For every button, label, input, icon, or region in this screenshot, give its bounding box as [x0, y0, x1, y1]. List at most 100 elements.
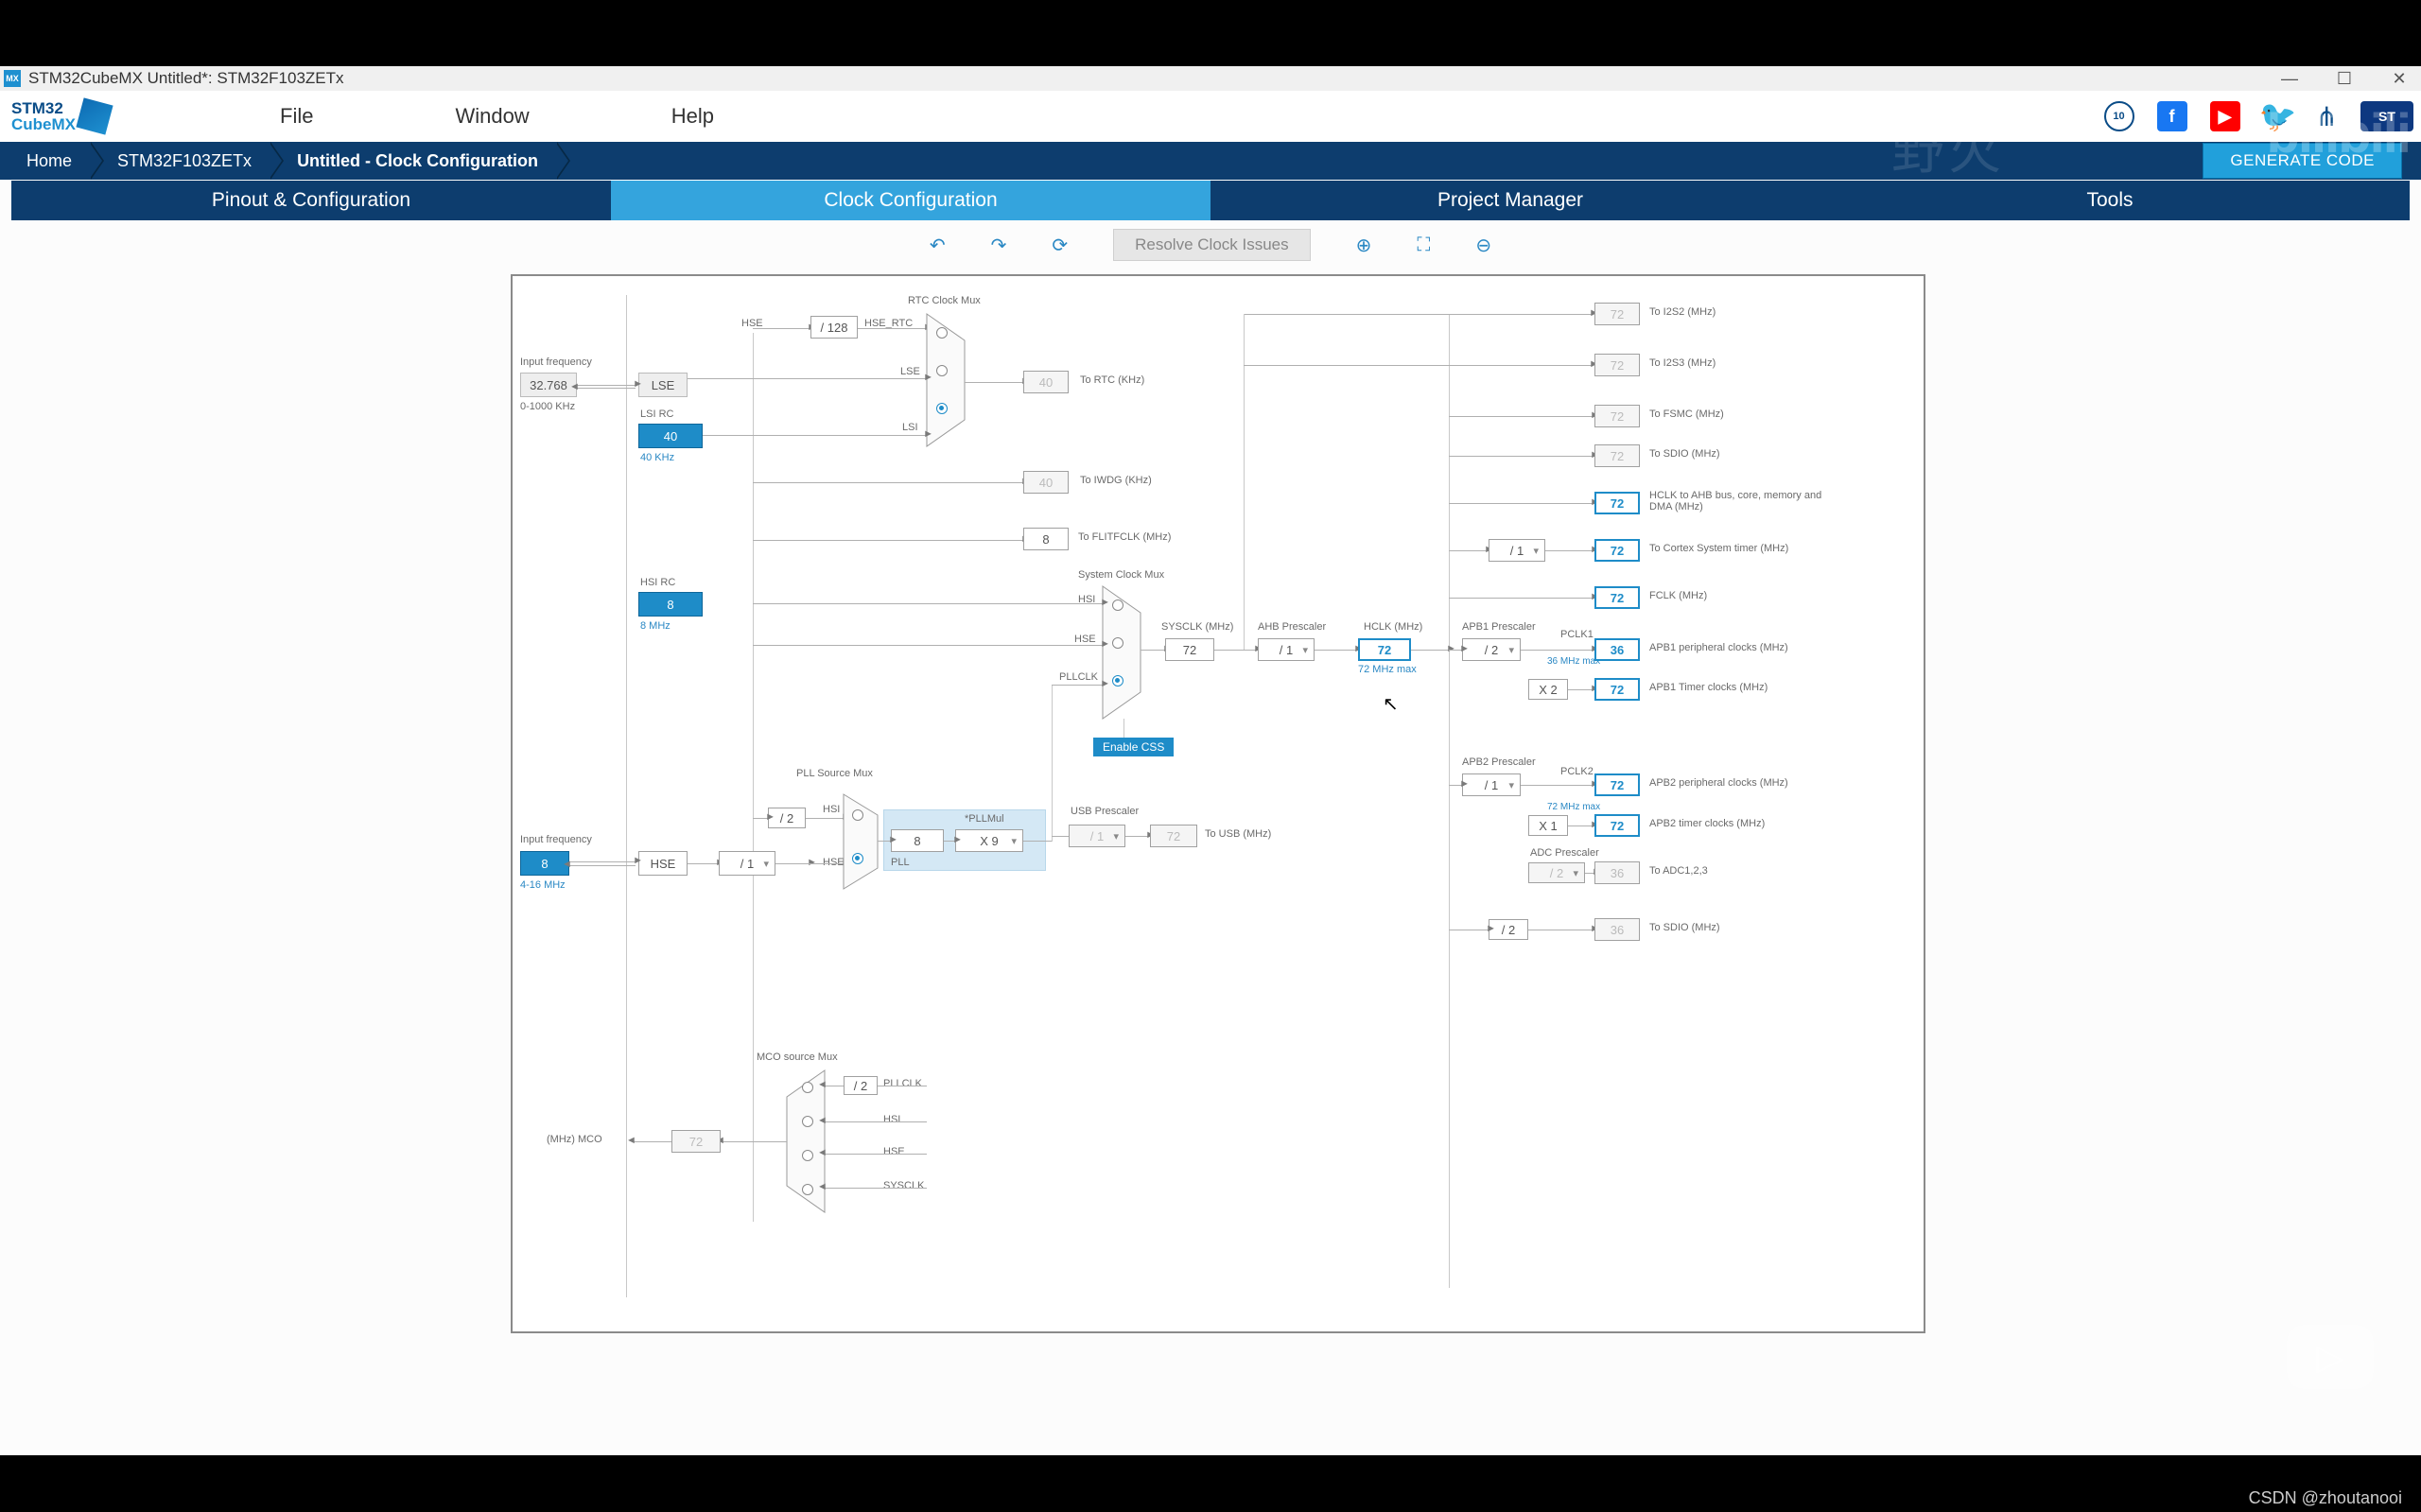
titlebar: MX STM32CubeMX Untitled*: STM32F103ZETx …: [0, 66, 2421, 91]
watermark-bilibili: bilibili: [2266, 102, 2410, 165]
tab-project[interactable]: Project Manager: [1210, 181, 1810, 220]
rtc-val: 40: [1023, 371, 1069, 393]
hse-div128[interactable]: / 128: [810, 316, 858, 339]
youtube-icon[interactable]: ▶: [2210, 101, 2240, 131]
line-lse-mux: [688, 378, 926, 379]
line-hse-mid: [688, 863, 718, 864]
line-flitf: [753, 540, 1023, 541]
main-tabs: Pinout & Configuration Clock Configurati…: [11, 181, 2410, 220]
adc-val: 36: [1594, 861, 1640, 884]
rtc-radio-hse[interactable]: [936, 327, 948, 339]
hclk-max: 72 MHz max: [1358, 664, 1417, 675]
crumb-chip[interactable]: STM32F103ZETx: [91, 142, 270, 180]
rtc-mux-lsi: LSI: [902, 422, 918, 433]
i2s2-val: 72: [1594, 303, 1640, 325]
maximize-button[interactable]: ☐: [2334, 68, 2355, 89]
lse-box[interactable]: LSE: [638, 373, 688, 397]
menu-window[interactable]: Window: [455, 104, 529, 129]
fclk-val: 72: [1594, 586, 1640, 609]
hclk-val[interactable]: 72: [1358, 638, 1411, 661]
mco-radio-pll[interactable]: [802, 1082, 813, 1093]
fit-icon[interactable]: ⛶: [1417, 235, 1430, 256]
line-hse-sys: [753, 645, 1103, 646]
pll-radio-hse[interactable]: [852, 853, 863, 864]
sys-mux-hse: HSE: [1074, 634, 1096, 645]
sys-mux-title: System Clock Mux: [1078, 569, 1164, 581]
rtc-mux-title: RTC Clock Mux: [908, 295, 981, 306]
line-hse128: [753, 328, 810, 329]
zoom-in-icon[interactable]: ⊕: [1356, 234, 1372, 257]
hse-range: 4-16 MHz: [520, 879, 566, 891]
ahb-div[interactable]: / 1: [1258, 638, 1315, 661]
app-icon: MX: [4, 70, 21, 87]
hse-input-label: Input frequency: [520, 834, 592, 845]
apb2-periph-val: 72: [1594, 773, 1640, 796]
minimize-button[interactable]: —: [2279, 68, 2300, 89]
usb-val: 72: [1150, 825, 1197, 847]
rtc-radio-lse[interactable]: [936, 365, 948, 376]
adc-div[interactable]: / 2: [1528, 862, 1585, 883]
apb2-div[interactable]: / 1: [1462, 773, 1521, 796]
sdio-val: 72: [1594, 444, 1640, 467]
menu-help[interactable]: Help: [671, 104, 714, 129]
apb1-mul: X 2: [1528, 679, 1568, 700]
sys-radio-hse[interactable]: [1112, 637, 1123, 649]
bilibili-play-icon[interactable]: [2287, 1325, 2374, 1389]
fsmc-label: To FSMC (MHz): [1649, 408, 1724, 420]
refresh-icon[interactable]: ⟳: [1052, 234, 1068, 257]
facebook-icon[interactable]: f: [2157, 101, 2187, 131]
line-rtc-out: [965, 382, 1023, 383]
menu-file[interactable]: File: [280, 104, 313, 129]
hclk-ahb-val: 72: [1594, 492, 1640, 514]
line-lse-in: [577, 385, 636, 386]
pll-mul[interactable]: X 9: [955, 829, 1023, 852]
mco-radio-hsi[interactable]: [802, 1116, 813, 1127]
sys-radio-pll[interactable]: [1112, 675, 1123, 686]
vline-left-bus: [626, 295, 627, 1297]
rtc-radio-lsi[interactable]: [936, 403, 948, 414]
tab-tools[interactable]: Tools: [1810, 181, 2410, 220]
lse-freq[interactable]: 32.768: [520, 373, 577, 397]
resolve-clock-button[interactable]: Resolve Clock Issues: [1113, 229, 1311, 261]
enable-css-button[interactable]: Enable CSS: [1093, 738, 1174, 756]
undo-icon[interactable]: ↶: [930, 234, 946, 257]
lse-input-label: Input frequency: [520, 356, 592, 368]
logo-icon: [76, 97, 113, 134]
mco-title: MCO source Mux: [757, 1051, 838, 1063]
pll-source-mux[interactable]: [844, 794, 878, 889]
rtc-mux-lse: LSE: [900, 366, 920, 377]
cortex-div[interactable]: / 1: [1489, 539, 1545, 562]
pclk2-label: PCLK2: [1560, 766, 1594, 777]
apb2-label: APB2 Prescaler: [1462, 756, 1536, 768]
window-title: STM32CubeMX Untitled*: STM32F103ZETx: [28, 69, 344, 88]
cortex-label: To Cortex System timer (MHz): [1649, 543, 1788, 554]
mco-out-label: (MHz) MCO: [547, 1134, 602, 1145]
hclk-label: HCLK (MHz): [1364, 621, 1422, 633]
apb1-div[interactable]: / 2: [1462, 638, 1521, 661]
tab-pinout[interactable]: Pinout & Configuration: [11, 181, 611, 220]
hse-box[interactable]: HSE: [638, 851, 688, 876]
crumb-home[interactable]: Home: [0, 142, 91, 180]
hse-prediv[interactable]: / 1: [719, 851, 775, 876]
mco-radio-hse[interactable]: [802, 1150, 813, 1161]
zoom-out-icon[interactable]: ⊖: [1475, 234, 1491, 257]
line-hse-pll: [775, 863, 810, 864]
tab-clock[interactable]: Clock Configuration: [611, 181, 1210, 220]
mco-hsi: HSI: [883, 1114, 900, 1125]
rtc-out-label: To RTC (KHz): [1080, 374, 1144, 386]
sdio-label: To SDIO (MHz): [1649, 448, 1720, 460]
sys-radio-hsi[interactable]: [1112, 600, 1123, 611]
usb-div[interactable]: / 1: [1069, 825, 1125, 847]
anniversary-badge: 10: [2104, 101, 2134, 131]
apb2-timer-label: APB2 timer clocks (MHz): [1649, 818, 1765, 829]
apb1-timer-val: 72: [1594, 678, 1640, 701]
apb2-mul: X 1: [1528, 815, 1568, 836]
close-button[interactable]: ✕: [2389, 68, 2410, 89]
csdn-watermark: CSDN @zhoutanooi: [2249, 1488, 2402, 1508]
clock-diagram[interactable]: Input frequency 32.768 0-1000 KHz LSE LS…: [511, 274, 1925, 1333]
mco-radio-sysclk[interactable]: [802, 1184, 813, 1195]
crumb-page[interactable]: Untitled - Clock Configuration: [270, 142, 557, 180]
redo-icon[interactable]: ↷: [991, 234, 1007, 257]
pll-radio-hsi[interactable]: [852, 809, 863, 821]
adc-out-label: To ADC1,2,3: [1649, 865, 1708, 877]
